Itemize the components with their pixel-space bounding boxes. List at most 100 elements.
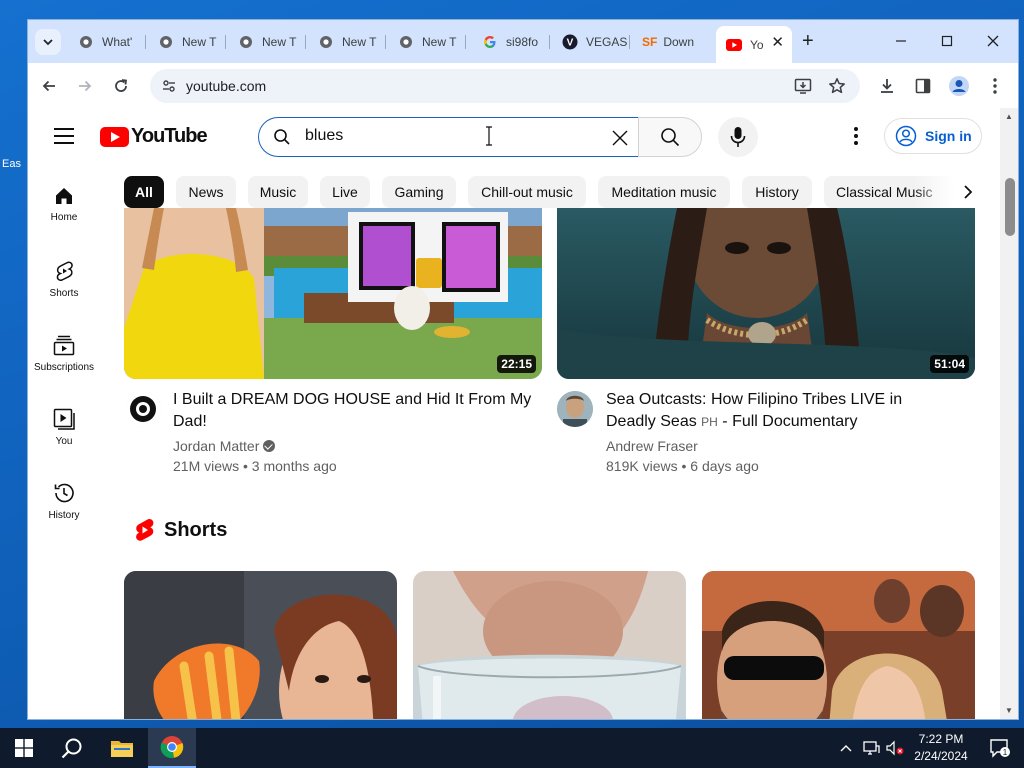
scroll-up-arrow-icon[interactable]: ▲ [1005,112,1013,121]
site-settings-icon[interactable] [162,79,176,93]
short-thumbnail[interactable] [702,571,975,719]
filter-chips: All News Music Live Gaming Chill-out mus… [124,176,974,210]
tab-new-tab-3[interactable]: New T [308,28,386,56]
tab-label: Yo [750,37,764,52]
close-window-button[interactable] [970,28,1016,54]
maximize-button[interactable] [924,28,970,54]
tab-new-tab-4[interactable]: New T [388,28,466,56]
youtube-logo[interactable]: YouTube [100,125,208,148]
back-button[interactable] [36,73,62,99]
search-input[interactable] [305,127,585,145]
short-thumbnail[interactable] [413,571,686,719]
video-meta: 819K views • 6 days ago [606,458,759,474]
network-icon[interactable] [862,740,880,759]
subscriptions-icon [53,335,75,356]
notification-icon: 1 [990,739,1010,758]
sidebar-item-home[interactable]: Home [28,186,100,246]
tab-whatsapp[interactable]: What' [68,28,146,56]
channel-name[interactable]: Jordan Matter [173,436,276,456]
video-duration: 22:15 [497,355,536,373]
chip-history[interactable]: History [742,176,812,208]
close-tab-icon[interactable]: ✕ [771,35,784,51]
sidebar-item-history[interactable]: History [28,482,100,542]
volume-muted-icon[interactable] [886,740,904,759]
channel-name-text: Jordan Matter [173,438,260,454]
account-circle-icon [895,125,917,147]
windows-taskbar: 7:22 PM 2/24/2024 1 [0,728,1024,768]
video-title[interactable]: I Built a DREAM DOG HOUSE and Hid It Fro… [173,389,533,433]
chip-gaming[interactable]: Gaming [382,176,456,208]
chrome-menu-button[interactable] [982,73,1008,99]
chips-next-button[interactable] [956,180,980,204]
chip-live[interactable]: Live [320,176,370,208]
chip-music[interactable]: Music [248,176,308,208]
action-center-button[interactable]: 1 [976,728,1024,768]
tab-new-tab-2[interactable]: New T [228,28,306,56]
tab-google-search[interactable]: si98fo [472,28,550,56]
sign-in-button[interactable]: Sign in [884,118,982,154]
address-bar[interactable]: youtube.com [150,69,860,103]
bookmark-star-icon[interactable] [828,77,846,95]
new-tab-button[interactable]: + [802,30,814,52]
downloads-button[interactable] [874,73,900,99]
tab-label: New T [262,35,297,49]
channel-name[interactable]: Andrew Fraser [606,436,698,456]
tab-vegas[interactable]: V VEGAS [552,28,630,56]
reload-icon [115,79,128,92]
channel-avatar[interactable] [557,391,593,427]
taskbar-search-button[interactable] [48,728,96,768]
channel-avatar[interactable] [125,391,161,427]
back-arrow-icon [42,80,55,92]
chip-all[interactable]: All [124,176,164,208]
browser-toolbar: youtube.com [28,63,1018,108]
channel-avatar-image [557,391,593,427]
close-icon [612,130,628,146]
start-button[interactable] [0,728,48,768]
guide-menu-button[interactable] [54,128,74,144]
desktop-icon-label[interactable]: Eas [2,158,21,170]
chrome-icon [158,34,174,50]
minimize-button[interactable] [878,28,924,54]
profile-button[interactable] [946,73,972,99]
settings-menu-button[interactable] [846,124,866,148]
chrome-taskbar-button[interactable] [148,728,196,768]
sidebar-item-shorts[interactable]: Shorts [28,260,100,320]
video-thumbnail[interactable]: 51:04 [557,208,975,379]
page-scrollbar[interactable]: ▲ ▼ [1000,108,1018,719]
tab-new-tab-1[interactable]: New T [148,28,226,56]
system-clock[interactable]: 7:22 PM 2/24/2024 [906,731,976,765]
chip-meditation-music[interactable]: Meditation music [598,176,730,208]
install-app-icon[interactable] [794,77,812,95]
chrome-icon [78,34,94,50]
chip-news[interactable]: News [176,176,236,208]
you-icon [53,408,75,430]
voice-search-button[interactable] [718,117,758,157]
search-icon [274,129,290,145]
browser-window: What' New T New T New T New T si98fo V V… [27,19,1019,720]
side-panel-button[interactable] [910,73,936,99]
shorts-shelf-header: Shorts [134,518,227,542]
chip-chill-out-music[interactable]: Chill-out music [468,176,586,208]
search-button[interactable] [638,117,702,157]
clear-search-button[interactable] [607,125,633,151]
reload-button[interactable] [108,73,134,99]
tab-label: Down [663,35,695,49]
sidebar-item-subscriptions[interactable]: Subscriptions [28,334,100,394]
tab-youtube[interactable]: Yo ✕ [716,26,792,63]
vegas-icon: V [562,34,578,50]
sidebar-item-label: History [48,510,80,521]
short-thumbnail[interactable] [124,571,397,719]
country-badge: PH [701,415,718,429]
minimize-icon [896,40,906,42]
forward-button[interactable] [72,73,98,99]
file-explorer-button[interactable] [98,728,146,768]
video-thumbnail[interactable]: 22:15 [124,208,542,379]
tab-sourceforge-download[interactable]: SF Down [632,28,714,56]
sidebar-item-you[interactable]: You [28,408,100,468]
scroll-down-arrow-icon[interactable]: ▼ [1005,706,1013,715]
video-title[interactable]: Sea Outcasts: How Filipino Tribes LIVE i… [606,389,936,433]
scrollbar-thumb[interactable] [1005,178,1015,236]
tab-search-button[interactable] [35,29,61,55]
show-hidden-icons-chevron-icon[interactable] [840,740,852,756]
url-text: youtube.com [186,78,267,94]
